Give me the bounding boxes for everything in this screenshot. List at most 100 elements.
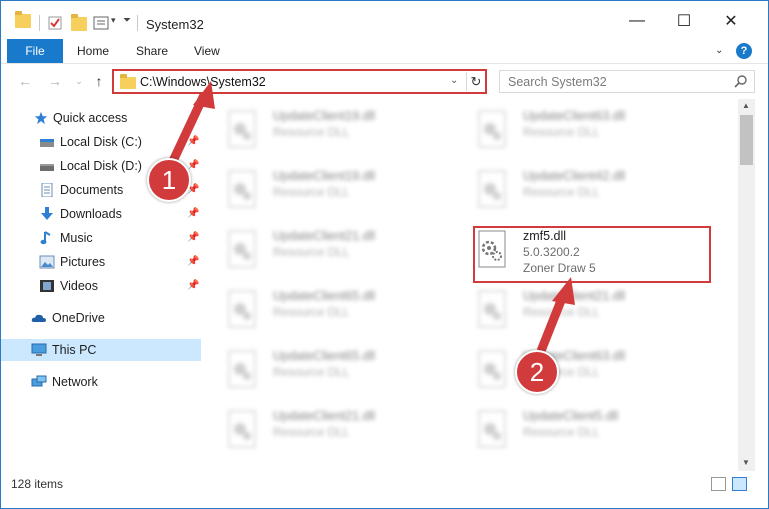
recent-locations-icon[interactable]: ⌄ — [69, 71, 89, 91]
sidebar-item-label: Local Disk (C:) — [60, 135, 142, 149]
sidebar-item-quick-access[interactable]: Quick access — [1, 107, 201, 129]
qa-dropdown-icon[interactable]: ▾ — [111, 15, 116, 26]
file-item[interactable]: UpdateClient63.dll Resource DLL — [459, 343, 689, 399]
expand-ribbon-icon[interactable]: ⌄ — [715, 45, 727, 57]
sidebar-item-this-pc[interactable]: This PC — [1, 339, 201, 361]
sidebar-item-network[interactable]: Network — [1, 371, 201, 393]
file-item[interactable]: UpdateClient5.dll Resource DLL — [459, 403, 689, 459]
file-name: UpdateClient21.dll — [273, 409, 376, 423]
file-type: Resource DLL — [523, 305, 600, 319]
scroll-down-icon[interactable]: ▼ — [742, 458, 750, 467]
pin-icon[interactable]: 📌 — [187, 136, 199, 147]
star-icon — [34, 111, 48, 125]
address-dropdown-icon[interactable]: ⌄ — [450, 75, 458, 86]
dll-file-icon — [478, 410, 506, 448]
address-path[interactable]: C:\Windows\System32 — [140, 75, 266, 89]
pin-icon[interactable]: 📌 — [187, 280, 199, 291]
file-name: UpdateClient65.dll — [273, 289, 376, 303]
sidebar-item-label: Music — [60, 231, 93, 245]
file-item[interactable]: UpdateClient63.dll Resource DLL — [459, 103, 689, 159]
file-type: Resource DLL — [523, 425, 600, 439]
file-list: UpdateClient19.dll Resource DLL UpdateCl… — [209, 101, 737, 471]
help-icon[interactable]: ? — [736, 43, 752, 59]
file-item[interactable]: UpdateClient19.dll Resource DLL — [209, 103, 439, 159]
refresh-icon[interactable]: ↻ — [466, 72, 485, 91]
sidebar-item-videos[interactable]: Videos 📌 — [1, 275, 201, 297]
folder-icon[interactable] — [15, 11, 31, 28]
file-item[interactable]: UpdateClient21.dll Resource DLL — [209, 403, 439, 459]
file-type: Resource DLL — [273, 425, 350, 439]
sidebar-item-label: Local Disk (D:) — [60, 159, 142, 173]
tab-view[interactable]: View — [194, 39, 220, 63]
sidebar-item-label: OneDrive — [52, 311, 105, 325]
file-type: Resource DLL — [523, 125, 600, 139]
file-type: Resource DLL — [273, 125, 350, 139]
folder-icon — [120, 74, 136, 89]
pin-icon[interactable]: 📌 — [187, 160, 199, 171]
music-icon — [40, 231, 51, 245]
network-icon — [31, 375, 47, 387]
step-2-badge: 2 — [515, 350, 559, 394]
dll-file-icon — [478, 290, 506, 328]
pin-icon[interactable]: 📌 — [187, 208, 199, 219]
file-item[interactable]: UpdateClient65.dll Resource DLL — [209, 343, 439, 399]
properties-icon[interactable] — [47, 15, 63, 31]
scrollbar-thumb[interactable] — [740, 115, 753, 165]
large-icons-view-icon[interactable] — [732, 477, 747, 491]
vertical-scrollbar[interactable]: ▲ ▼ — [738, 99, 755, 471]
minimize-button[interactable]: — — [615, 7, 659, 35]
file-name: UpdateClient63.dll — [523, 109, 626, 123]
maximize-button[interactable]: ☐ — [662, 7, 706, 35]
sidebar-item-label: Quick access — [53, 111, 128, 125]
qa-customize-icon[interactable]: ⏷ — [123, 15, 131, 26]
file-item[interactable]: UpdateClient65.dll Resource DLL — [209, 283, 439, 339]
file-type: Resource DLL — [273, 305, 350, 319]
file-item[interactable]: UpdateClient42.dll Resource DLL — [459, 163, 689, 219]
download-icon — [41, 207, 53, 220]
tab-home[interactable]: Home — [77, 39, 109, 63]
file-item[interactable]: UpdateClient21.dll Resource DLL — [459, 283, 689, 339]
tab-file[interactable]: File — [7, 39, 63, 63]
file-name: UpdateClient65.dll — [273, 349, 376, 363]
explorer-window: ▾ ⏷ System32 — ☐ ✕ File Home Share View … — [0, 0, 769, 509]
details-view-icon[interactable] — [711, 477, 726, 491]
videos-icon — [40, 280, 54, 292]
sidebar-item-pictures[interactable]: Pictures 📌 — [1, 251, 201, 273]
file-item[interactable]: UpdateClient21.dll Resource DLL — [209, 223, 439, 279]
new-folder-icon[interactable] — [71, 14, 87, 31]
sidebar-item-label: Pictures — [60, 255, 106, 269]
drive-icon — [40, 139, 54, 147]
pin-icon[interactable]: 📌 — [187, 232, 199, 243]
dll-file-icon — [228, 350, 256, 388]
search-input[interactable]: Search System32 — [499, 70, 755, 93]
scroll-up-icon[interactable]: ▲ — [742, 101, 750, 110]
dll-file-icon — [478, 110, 506, 148]
forward-button[interactable]: → — [45, 71, 65, 91]
up-button[interactable]: ↑ — [89, 71, 109, 91]
pictures-icon — [39, 255, 55, 269]
address-bar[interactable]: C:\Windows\System32 ⌄ ↻ — [112, 69, 487, 94]
sidebar-item-onedrive[interactable]: OneDrive — [1, 307, 201, 329]
quick-access-toolbar — [15, 11, 39, 31]
back-button[interactable]: ← — [15, 71, 35, 91]
customize-view-icon[interactable] — [93, 15, 111, 31]
drive-icon — [40, 164, 54, 171]
onedrive-icon — [31, 314, 46, 322]
tab-share[interactable]: Share — [136, 39, 168, 63]
title-bar: ▾ ⏷ System32 — ☐ ✕ — [1, 1, 768, 37]
file-name: UpdateClient5.dll — [523, 409, 619, 423]
file-type: Resource DLL — [273, 185, 350, 199]
close-button[interactable]: ✕ — [709, 7, 753, 35]
pin-icon[interactable]: 📌 — [187, 256, 199, 267]
sidebar-item-music[interactable]: Music 📌 — [1, 227, 201, 249]
file-name: UpdateClient21.dll — [273, 229, 376, 243]
toolbar-separator — [39, 15, 40, 31]
file-item[interactable]: UpdateClient19.dll Resource DLL — [209, 163, 439, 219]
sidebar-item-label: Downloads — [60, 207, 122, 221]
file-name: UpdateClient42.dll — [523, 169, 626, 183]
sidebar-item-downloads[interactable]: Downloads 📌 — [1, 203, 201, 225]
sidebar-item-label: Network — [52, 375, 98, 389]
sidebar-item-local-disk-c[interactable]: Local Disk (C:) 📌 — [1, 131, 201, 153]
search-icon[interactable] — [734, 74, 748, 88]
documents-icon — [41, 183, 53, 197]
